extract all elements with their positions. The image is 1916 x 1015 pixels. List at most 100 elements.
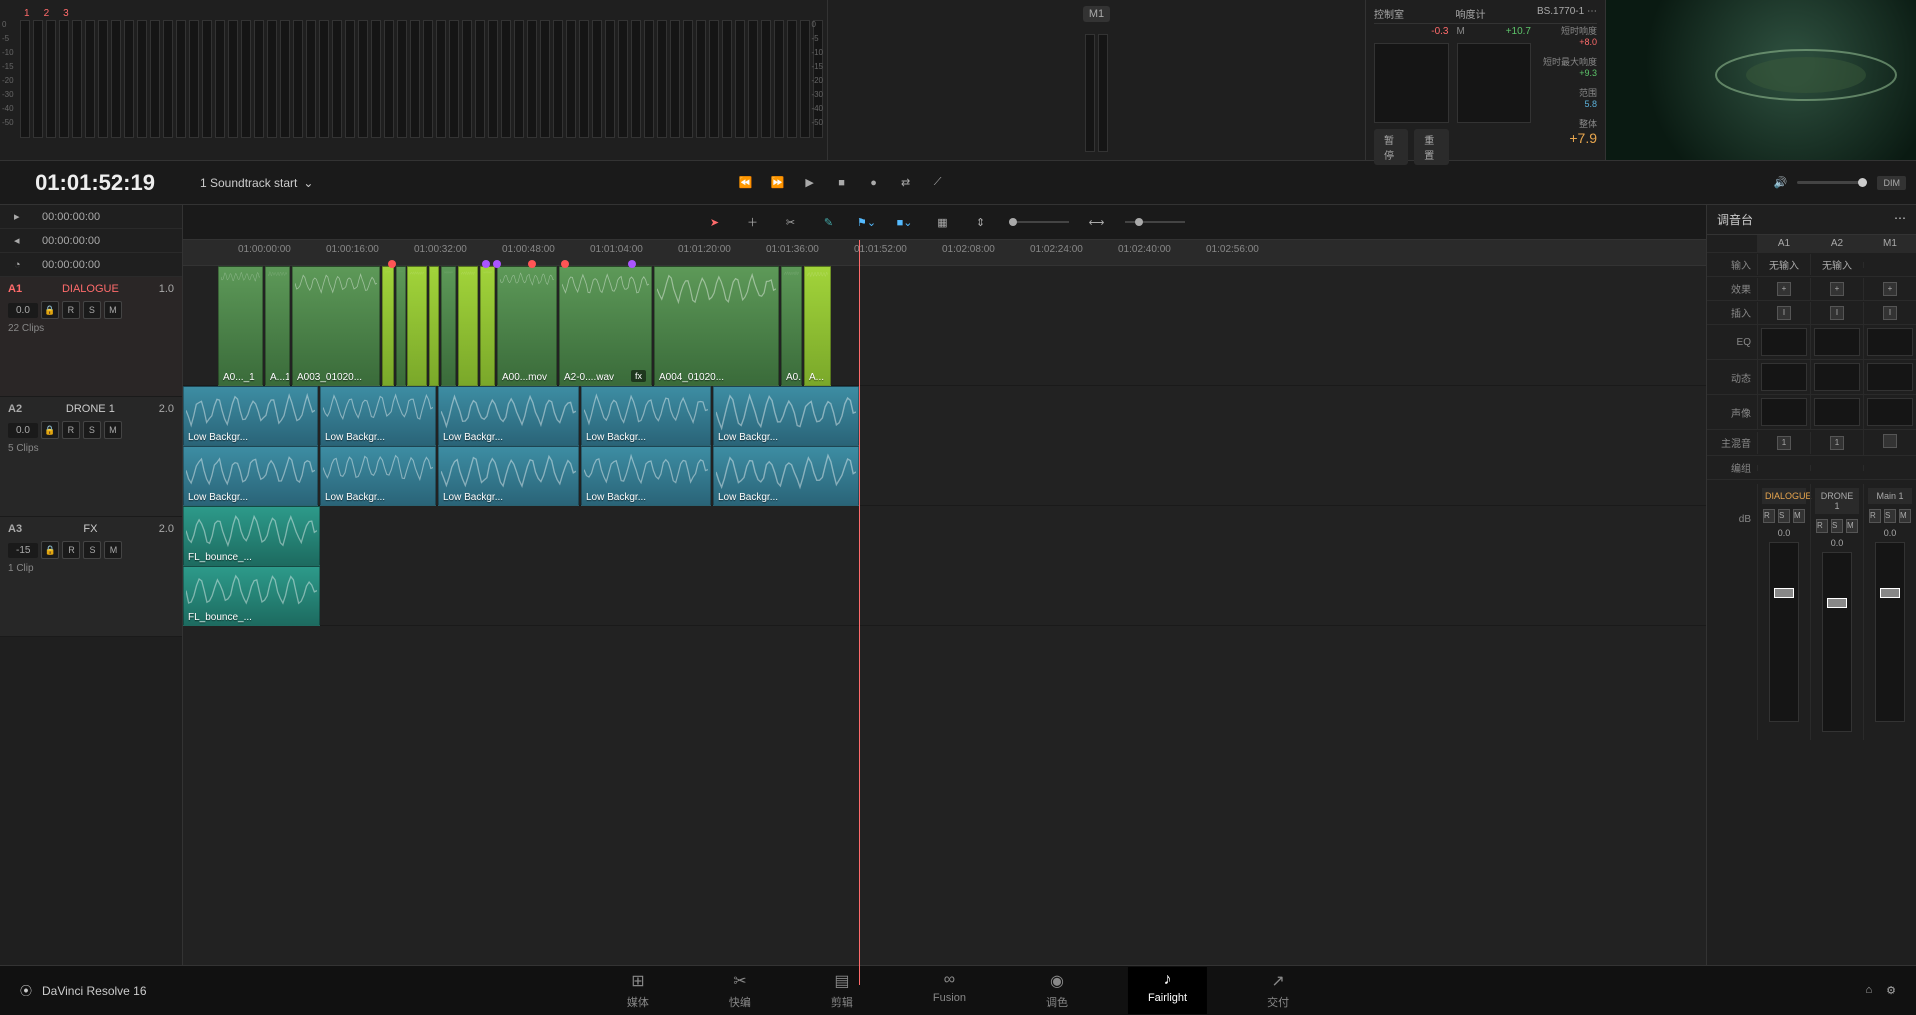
nav-page-Fairlight[interactable]: ♪Fairlight [1128, 967, 1207, 1014]
stop-button[interactable]: ■ [834, 175, 850, 191]
clip[interactable]: A0..._1 [218, 266, 263, 386]
lock-button[interactable]: 🔒 [41, 541, 59, 559]
channel-fader[interactable] [1875, 542, 1905, 722]
clip[interactable]: A004_01020... [654, 266, 779, 386]
marker[interactable] [561, 260, 569, 268]
clip[interactable] [441, 266, 456, 386]
marker-tool-icon[interactable]: ＋ [743, 212, 763, 232]
reset-button[interactable]: 重置 [1414, 129, 1448, 165]
clip[interactable] [396, 266, 406, 386]
pointer-tool-icon[interactable]: ➤ [705, 212, 725, 232]
insert-button[interactable]: I [1777, 306, 1791, 320]
mixer-channel-M1[interactable]: M1 [1863, 235, 1916, 252]
razor-tool-icon[interactable]: ✂ [781, 212, 801, 232]
solo-button[interactable]: S [83, 421, 101, 439]
clip[interactable]: Low Backgr... [713, 386, 859, 446]
link-icon[interactable]: ⇕ [971, 212, 991, 232]
clip[interactable]: A2-0....wav [559, 266, 652, 386]
s-button[interactable]: S [1884, 509, 1896, 523]
nav-page-Fusion[interactable]: ∞Fusion [913, 967, 986, 1014]
automation-tool-icon[interactable]: ✎ [819, 212, 839, 232]
clip[interactable]: A...1 [265, 266, 290, 386]
duration-icon[interactable]: ◔ [14, 259, 26, 271]
clip[interactable] [382, 266, 394, 386]
expand-icon[interactable]: ⟷ [1087, 212, 1107, 232]
s-button[interactable]: S [1778, 509, 1790, 523]
mixer-channel-A1[interactable]: A1 [1757, 235, 1810, 252]
track-lane-A2[interactable]: Low Backgr...Low Backgr...Low Backgr...L… [183, 386, 1706, 506]
nav-page-快编[interactable]: ✂快编 [709, 967, 771, 1014]
m-button[interactable]: M [1793, 509, 1805, 523]
marker[interactable] [628, 260, 636, 268]
clip[interactable]: Low Backgr... [320, 446, 436, 506]
channel-fader[interactable] [1769, 542, 1799, 722]
settings-icon[interactable]: ⚙ [1886, 984, 1896, 997]
clip[interactable]: FL_bounce_... [183, 506, 320, 566]
flag-blue-icon[interactable]: ⚑⌄ [857, 212, 877, 232]
clip[interactable]: A003_01020... [292, 266, 380, 386]
insert-button[interactable]: I [1830, 306, 1844, 320]
pause-button[interactable]: 暂停 [1374, 129, 1408, 165]
video-preview[interactable] [1606, 0, 1916, 160]
m-button[interactable]: M [1899, 509, 1911, 523]
track-header-A3[interactable]: A3FX2.0 -15🔒RSM 1 Clip [0, 517, 182, 637]
arm-button[interactable]: R [62, 421, 80, 439]
clip[interactable]: A00...mov [497, 266, 557, 386]
clip[interactable]: FL_bounce_... [183, 566, 320, 626]
arm-button[interactable]: R [62, 301, 80, 319]
nav-page-交付[interactable]: ↗交付 [1247, 967, 1309, 1014]
clip[interactable]: Low Backgr... [320, 386, 436, 446]
selection-dropdown[interactable]: 1 Soundtrack start ⌄ [200, 176, 313, 190]
volume-icon[interactable]: 🔊 [1774, 176, 1788, 189]
mixer-channel-A2[interactable]: A2 [1810, 235, 1863, 252]
clip[interactable]: Low Backgr... [183, 446, 318, 506]
clip[interactable]: Low Backgr... [438, 446, 579, 506]
insert-button[interactable]: I [1883, 306, 1897, 320]
clip[interactable]: Low Backgr... [581, 446, 711, 506]
zoom-slider-v[interactable] [1125, 221, 1185, 223]
timeline[interactable]: ➤ ＋ ✂ ✎ ⚑⌄ ■⌄ ▦ ⇕ ⟷ 01:00:00:0001:00:16:… [183, 205, 1706, 985]
automation-icon[interactable]: ⟋ [930, 175, 946, 191]
track-header-A2[interactable]: A2DRONE 12.0 0.0🔒RSM 5 Clips [0, 397, 182, 517]
marker[interactable] [493, 260, 501, 268]
add-effect-button[interactable]: + [1883, 282, 1897, 296]
s-button[interactable]: S [1831, 519, 1843, 533]
track-lane-A1[interactable]: A0..._1A...1A003_01020... A00...movA2-0..… [183, 266, 1706, 386]
marker[interactable] [482, 260, 490, 268]
add-effect-button[interactable]: + [1777, 282, 1791, 296]
r-button[interactable]: R [1816, 519, 1828, 533]
nav-page-调色[interactable]: ◉调色 [1026, 967, 1088, 1014]
record-button[interactable]: ● [866, 175, 882, 191]
track-header-A1[interactable]: A1DIALOGUE1.0 0.0🔒RSM 22 Clips [0, 277, 182, 397]
mute-button[interactable]: M [104, 541, 122, 559]
solo-button[interactable]: S [83, 301, 101, 319]
track-lane-A3[interactable]: FL_bounce_...FL_bounce_... [183, 506, 1706, 626]
dim-button[interactable]: DIM [1877, 176, 1906, 190]
clip[interactable]: Low Backgr... [713, 446, 859, 506]
snap-icon[interactable]: ▦ [933, 212, 953, 232]
goto-start-icon[interactable]: ▸ [14, 210, 26, 223]
clip[interactable]: Low Backgr... [581, 386, 711, 446]
marker[interactable] [528, 260, 536, 268]
nav-page-媒体[interactable]: ⊞媒体 [607, 967, 669, 1014]
mute-button[interactable]: M [104, 421, 122, 439]
flag-blue2-icon[interactable]: ■⌄ [895, 212, 915, 232]
clip[interactable] [480, 266, 495, 386]
lock-button[interactable]: 🔒 [41, 301, 59, 319]
r-button[interactable]: R [1763, 509, 1775, 523]
clip[interactable]: A... [804, 266, 831, 386]
loop-button[interactable]: ⇄ [898, 175, 914, 191]
forward-button[interactable]: ⏩ [770, 175, 786, 191]
clip[interactable]: A0...ov [781, 266, 802, 386]
marker[interactable] [388, 260, 396, 268]
mute-button[interactable]: M [104, 301, 122, 319]
add-effect-button[interactable]: + [1830, 282, 1844, 296]
clip[interactable] [429, 266, 439, 386]
rewind-button[interactable]: ⏪ [738, 175, 754, 191]
lock-button[interactable]: 🔒 [41, 421, 59, 439]
m-button[interactable]: M [1846, 519, 1858, 533]
arm-button[interactable]: R [62, 541, 80, 559]
mixer-menu-icon[interactable]: ⋯ [1894, 211, 1906, 228]
playhead[interactable] [859, 240, 860, 985]
home-icon[interactable]: ⌂ [1865, 984, 1872, 997]
